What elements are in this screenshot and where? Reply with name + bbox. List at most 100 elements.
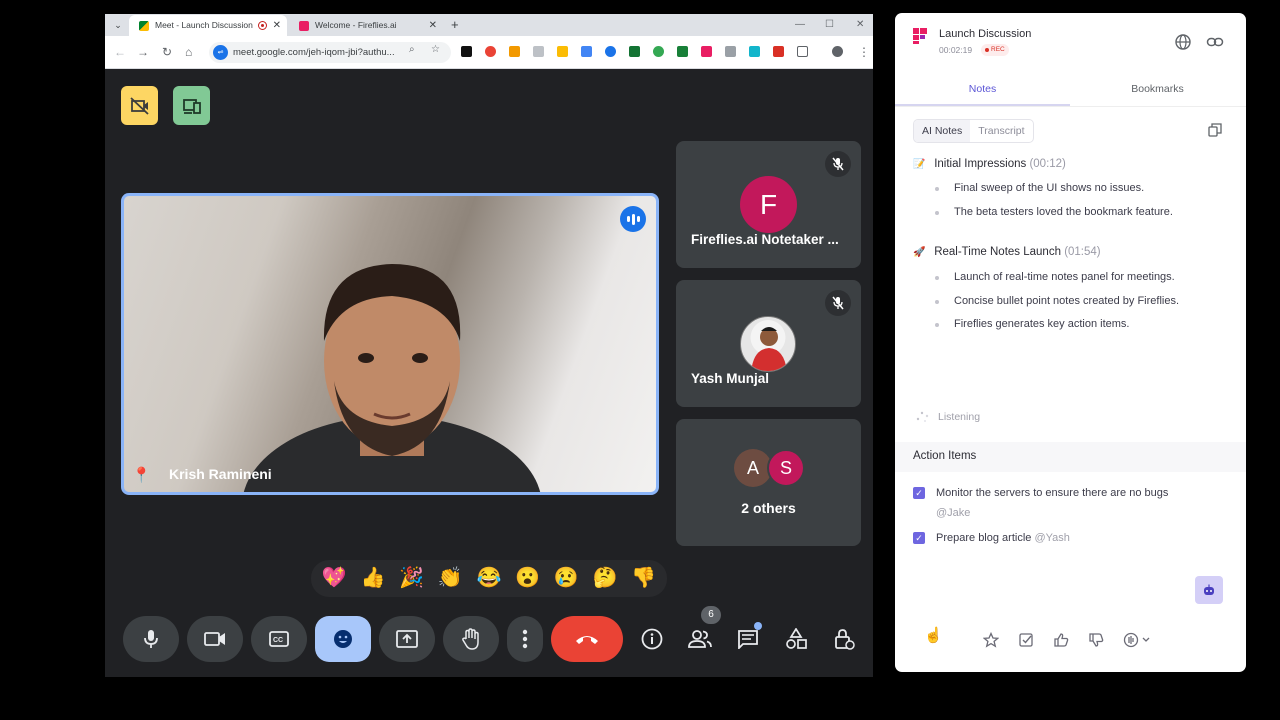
thumbs-down-icon[interactable] xyxy=(1088,632,1104,648)
extension-icon[interactable] xyxy=(629,46,640,57)
action-item-checkbox[interactable]: ✓ xyxy=(913,487,925,499)
extension-icon[interactable] xyxy=(509,46,520,57)
reactions-button[interactable] xyxy=(315,616,371,662)
notes-section-title: 🚀 Real-Time Notes Launch (01:54) xyxy=(913,246,1101,258)
pin-icon[interactable]: 📍 xyxy=(132,466,151,484)
extension-icon[interactable] xyxy=(749,46,760,57)
activities-button[interactable] xyxy=(778,616,814,662)
new-tab-button[interactable]: + xyxy=(451,14,459,35)
audio-settings-dropdown-icon[interactable] xyxy=(1123,632,1153,648)
reaction-joy-button[interactable]: 😂 xyxy=(477,560,502,597)
thumbs-up-icon[interactable] xyxy=(1053,632,1069,648)
star-icon[interactable] xyxy=(983,632,999,648)
recording-badge: REC xyxy=(981,44,1009,56)
forward-icon[interactable]: → xyxy=(137,44,149,60)
reaction-party-button[interactable]: 🎉 xyxy=(399,560,424,597)
segment-transcript[interactable]: Transcript xyxy=(970,120,1032,142)
home-icon[interactable]: ⌂ xyxy=(185,44,192,60)
extension-icon[interactable] xyxy=(581,46,592,57)
participant-tile-others[interactable]: A S 2 others xyxy=(676,419,861,546)
assistant-bot-button[interactable] xyxy=(1195,576,1223,604)
maximize-icon[interactable]: ☐ xyxy=(825,14,834,35)
present-icon xyxy=(396,630,418,648)
raise-hand-icon xyxy=(462,628,479,650)
listening-status: Listening xyxy=(938,411,981,423)
extension-icon[interactable] xyxy=(485,46,496,57)
camera-off-indicator-button[interactable] xyxy=(121,86,158,125)
speaker-video xyxy=(243,264,541,492)
participant-tile-notetaker[interactable]: F Fireflies.ai Notetaker ... xyxy=(676,141,861,268)
browser-window: ⌄ Meet - Launch Discussion ✕ Welcome - F… xyxy=(105,14,873,677)
globe-icon[interactable] xyxy=(1174,33,1192,51)
reaction-sad-button[interactable]: 😢 xyxy=(554,560,579,597)
section-timestamp[interactable]: (01:54) xyxy=(1064,246,1100,258)
tab-close-button[interactable]: ✕ xyxy=(429,15,437,36)
extensions-puzzle-icon[interactable] xyxy=(797,46,808,57)
reaction-surprised-button[interactable]: 😮 xyxy=(515,560,540,597)
site-info-icon[interactable]: ⇌ xyxy=(213,45,228,60)
raise-hand-button[interactable] xyxy=(443,616,499,662)
note-bullet: Launch of real-time notes panel for meet… xyxy=(935,271,1175,283)
assignee-mention[interactable]: @Yash xyxy=(1034,532,1069,544)
browser-menu-icon[interactable]: ⋮ xyxy=(858,44,870,60)
tab-bookmarks[interactable]: Bookmarks xyxy=(1070,83,1245,95)
microphone-button[interactable] xyxy=(123,616,179,662)
fireflies-extension-icon[interactable] xyxy=(701,46,712,57)
zoom-icon[interactable]: ⌕ xyxy=(409,44,415,55)
mic-off-icon xyxy=(825,290,851,316)
tab-title: Welcome - Fireflies.ai xyxy=(315,20,397,30)
more-options-button[interactable] xyxy=(507,616,543,662)
tab-search-icon[interactable]: ⌄ xyxy=(109,17,127,33)
reaction-thumbs-down-button[interactable]: 👎 xyxy=(631,560,656,597)
avatar: F xyxy=(740,176,797,233)
extension-icon[interactable] xyxy=(653,46,664,57)
tab-fireflies[interactable]: Welcome - Fireflies.ai ✕ xyxy=(289,15,443,36)
action-item-checkbox[interactable]: ✓ xyxy=(913,532,925,544)
camera-icon xyxy=(204,632,225,646)
reaction-thumbs-up-button[interactable]: 👍 xyxy=(361,560,386,597)
reload-icon[interactable]: ↻ xyxy=(162,44,172,60)
tab-meet[interactable]: Meet - Launch Discussion ✕ xyxy=(129,15,287,36)
extension-icon[interactable] xyxy=(605,46,616,57)
extension-icon[interactable] xyxy=(461,46,472,57)
host-controls-button[interactable] xyxy=(826,616,862,662)
extension-icon[interactable] xyxy=(725,46,736,57)
reaction-thinking-button[interactable]: 🤔 xyxy=(592,560,617,597)
window-close-icon[interactable]: ✕ xyxy=(856,14,864,35)
address-bar[interactable]: ⇌ meet.google.com/jeh-iqom-jbi?authu... … xyxy=(209,42,451,63)
people-button[interactable] xyxy=(682,616,718,662)
companion-mode-button[interactable] xyxy=(173,86,210,125)
action-item-text: Prepare blog article @Yash xyxy=(936,532,1070,544)
speaking-indicator-icon xyxy=(620,206,646,232)
reaction-heart-button[interactable]: 💖 xyxy=(322,560,347,597)
fireflies-logo-icon xyxy=(913,28,927,44)
tab-strip: ⌄ Meet - Launch Discussion ✕ Welcome - F… xyxy=(105,14,873,36)
action-item-text: Monitor the servers to ensure there are … xyxy=(936,487,1169,519)
camera-button[interactable] xyxy=(187,616,243,662)
reaction-clap-button[interactable]: 👏 xyxy=(438,560,463,597)
main-video-tile[interactable]: 📍 Krish Ramineni xyxy=(121,193,659,495)
profile-avatar[interactable] xyxy=(832,46,843,57)
link-icon[interactable] xyxy=(1206,33,1224,51)
extension-icon[interactable] xyxy=(557,46,568,57)
section-timestamp[interactable]: (00:12) xyxy=(1029,158,1065,170)
captions-button[interactable]: CC xyxy=(251,616,307,662)
present-button[interactable] xyxy=(379,616,435,662)
participant-tile-yash[interactable]: Yash Munjal xyxy=(676,280,861,407)
minimize-icon[interactable]: — xyxy=(795,14,805,35)
meeting-details-button[interactable] xyxy=(634,616,670,662)
action-items-title: Action Items xyxy=(913,450,977,462)
bookmark-star-icon[interactable]: ☆ xyxy=(431,44,440,55)
copy-icon[interactable] xyxy=(1208,123,1222,137)
segment-ai-notes[interactable]: AI Notes xyxy=(914,120,971,142)
meet-favicon-icon xyxy=(139,21,149,31)
extension-icon[interactable] xyxy=(773,46,784,57)
assignee-mention[interactable]: @Jake xyxy=(936,507,970,519)
tab-close-button[interactable]: ✕ xyxy=(273,15,281,36)
leave-call-button[interactable] xyxy=(551,616,623,662)
extension-icon[interactable] xyxy=(677,46,688,57)
extension-icon[interactable] xyxy=(533,46,544,57)
task-check-icon[interactable] xyxy=(1018,632,1034,648)
tab-notes[interactable]: Notes xyxy=(895,83,1070,95)
back-icon[interactable]: ← xyxy=(114,44,126,60)
